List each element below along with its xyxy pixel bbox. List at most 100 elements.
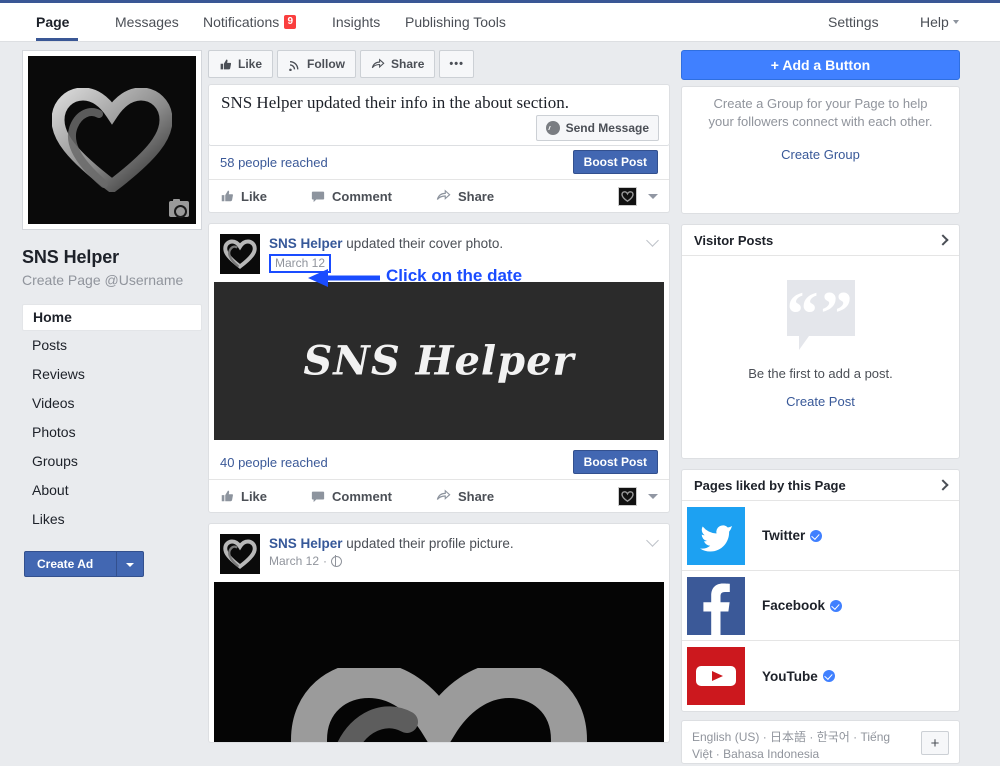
tab-publishing-tools[interactable]: Publishing Tools: [405, 3, 506, 41]
heart-logo-icon: [290, 668, 588, 742]
facebook-icon: [687, 576, 745, 635]
chevron-down-icon[interactable]: [648, 194, 658, 199]
active-tab-underline: [36, 38, 78, 41]
sidebar-item-photos[interactable]: Photos: [22, 418, 202, 447]
page-username[interactable]: Create Page @Username: [22, 272, 202, 288]
sidebar-item-reviews-label: Reviews: [32, 366, 85, 382]
tab-publishing-tools-label: Publishing Tools: [405, 14, 506, 30]
list-item[interactable]: Facebook: [682, 571, 959, 641]
pages-liked-panel: Pages liked by this Page Twitter Faceboo…: [681, 469, 960, 712]
tab-messages-label: Messages: [115, 14, 179, 30]
pages-liked-title: Pages liked by this Page: [694, 477, 846, 493]
sidebar-item-groups[interactable]: Groups: [22, 447, 202, 476]
comment-bubble-icon: [311, 489, 325, 503]
tab-page-label: Page: [36, 14, 70, 30]
thumbs-up-icon: [220, 189, 234, 203]
profile-picture[interactable]: [22, 50, 202, 230]
send-message-button[interactable]: Send Message: [535, 115, 659, 141]
post-comment-button[interactable]: Comment: [311, 489, 392, 504]
visitor-empty-text: Be the first to add a post.: [748, 366, 893, 381]
pages-liked-header[interactable]: Pages liked by this Page: [682, 470, 959, 501]
post-date-link[interactable]: March 12: [269, 554, 319, 568]
post-card-profile-picture: SNS Helper updated their profile picture…: [208, 523, 670, 743]
chevron-right-icon[interactable]: [937, 234, 949, 246]
post-comment-button[interactable]: Comment: [311, 189, 392, 204]
language-list[interactable]: English (US) · 日本語 · 한국어 · Tiếng Việt · …: [692, 729, 910, 763]
post-like-label: Like: [241, 188, 268, 204]
avatar[interactable]: [220, 534, 260, 574]
post-author-link[interactable]: SNS Helper: [269, 236, 343, 251]
post-header: SNS Helper updated their profile picture…: [209, 524, 669, 582]
post-author-link[interactable]: SNS Helper: [269, 536, 343, 551]
tab-notifications[interactable]: Notifications 9: [203, 3, 297, 41]
tab-page[interactable]: Page: [36, 3, 69, 41]
camera-icon[interactable]: [169, 199, 189, 218]
post-cover-image[interactable]: SNS Helper: [214, 282, 664, 440]
create-group-link[interactable]: Create Group: [682, 131, 959, 162]
globe-privacy-icon[interactable]: [331, 555, 343, 567]
more-options-button[interactable]: •••: [439, 50, 474, 78]
like-page-button[interactable]: Like: [208, 50, 274, 78]
post-share-button[interactable]: Share: [436, 189, 494, 204]
post-options-chevron-icon[interactable]: [646, 234, 659, 247]
post-like-button[interactable]: Like: [220, 489, 267, 504]
post-action-text: updated their profile picture.: [346, 536, 514, 551]
liked-page-name-row: Facebook: [762, 598, 843, 613]
engagement-row: Like Comment Share: [209, 179, 669, 212]
comment-bubble-icon: [311, 189, 325, 203]
tab-messages[interactable]: Messages: [115, 3, 179, 41]
post-profile-image[interactable]: [214, 582, 664, 742]
sidebar-item-videos[interactable]: Videos: [22, 389, 202, 418]
sidebar-item-home[interactable]: Home: [22, 304, 202, 331]
notifications-badge: 9: [284, 15, 297, 29]
chevron-right-icon[interactable]: [937, 479, 949, 491]
send-message-label: Send Message: [565, 121, 649, 135]
boost-post-button[interactable]: Boost Post: [572, 150, 658, 174]
visitor-posts-header[interactable]: Visitor Posts: [682, 225, 959, 256]
chevron-down-icon[interactable]: [648, 494, 658, 499]
sidebar-item-photos-label: Photos: [32, 424, 76, 440]
help-menu[interactable]: Help: [920, 3, 959, 41]
reaction-avatar[interactable]: [618, 487, 637, 506]
sidebar-item-reviews[interactable]: Reviews: [22, 360, 202, 389]
messenger-icon: [545, 121, 560, 135]
list-item[interactable]: YouTube: [682, 641, 959, 711]
post-share-label: Share: [457, 488, 495, 504]
sidebar-item-posts[interactable]: Posts: [22, 331, 202, 360]
settings-label: Settings: [828, 14, 879, 30]
share-page-button[interactable]: Share: [360, 50, 436, 78]
sidebar-item-about[interactable]: About: [22, 476, 202, 505]
follow-page-button[interactable]: Follow: [277, 50, 357, 78]
create-post-link[interactable]: Create Post: [682, 394, 959, 409]
tab-insights[interactable]: Insights: [332, 3, 380, 41]
create-group-panel: Create a Group for your Page to help you…: [681, 86, 960, 214]
follow-page-label: Follow: [307, 57, 346, 71]
visitor-posts-panel: Visitor Posts “” Be the first to add a p…: [681, 224, 960, 459]
post-action-text: updated their cover photo.: [346, 236, 504, 251]
add-a-button-button[interactable]: + Add a Button: [681, 50, 960, 80]
post-like-button[interactable]: Like: [220, 189, 267, 204]
left-sidebar: SNS Helper Create Page @Username Home Po…: [22, 50, 202, 577]
heart-logo-icon: [223, 539, 257, 569]
tab-insights-label: Insights: [332, 14, 381, 30]
quote-placeholder-icon: “”: [786, 280, 855, 350]
sidebar-item-likes[interactable]: Likes: [22, 505, 202, 534]
reaction-avatar[interactable]: [618, 187, 637, 206]
visitor-posts-title: Visitor Posts: [694, 232, 774, 248]
boost-post-button[interactable]: Boost Post: [572, 450, 658, 474]
people-reached-link[interactable]: 40 people reached: [220, 455, 328, 470]
share-arrow-icon: [371, 57, 385, 71]
sidebar-item-about-label: About: [32, 482, 69, 498]
post-share-button[interactable]: Share: [436, 489, 494, 504]
settings-link[interactable]: Settings: [828, 3, 879, 41]
more-languages-button[interactable]: +: [921, 731, 949, 755]
people-reached-link[interactable]: 58 people reached: [220, 155, 328, 170]
sidebar-nav: Home Posts Reviews Videos Photos Groups …: [22, 304, 202, 534]
quote-glyph: “”: [786, 278, 855, 349]
avatar[interactable]: [220, 234, 260, 274]
post-options-chevron-icon[interactable]: [646, 534, 659, 547]
sidebar-item-groups-label: Groups: [32, 453, 78, 469]
create-ad-button[interactable]: Create Ad: [24, 551, 144, 577]
verified-badge-icon: [830, 599, 843, 612]
list-item[interactable]: Twitter: [682, 501, 959, 571]
